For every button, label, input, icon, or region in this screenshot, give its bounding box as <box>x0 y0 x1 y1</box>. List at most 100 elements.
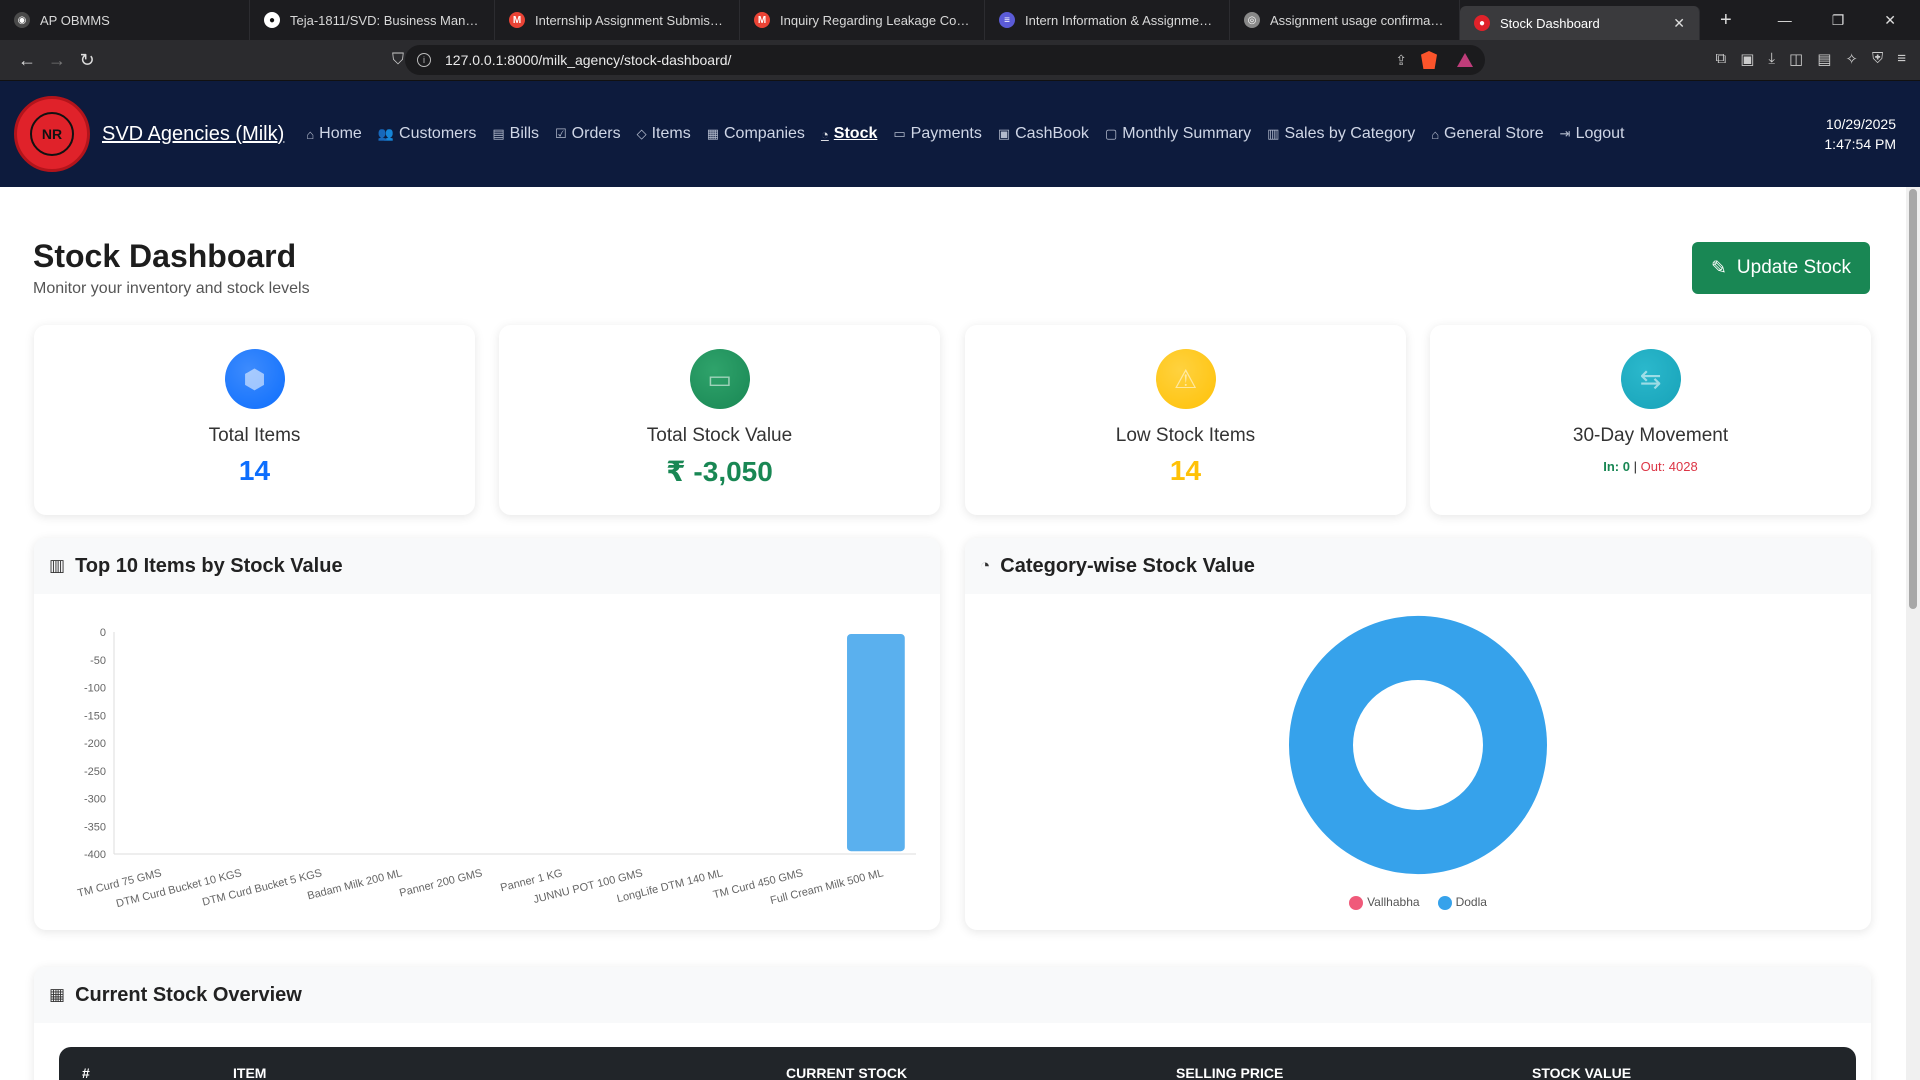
bookmark-icon[interactable]: ⛉ <box>392 51 404 69</box>
bar-chart-icon: ▥ <box>1267 126 1280 141</box>
people-icon: 👥 <box>377 126 395 141</box>
browser-tab[interactable]: ≡ Intern Information & Assignment Su <box>985 0 1230 40</box>
nav-link-label: CashBook <box>1015 125 1089 142</box>
update-stock-button[interactable]: ✎ Update Stock <box>1692 242 1870 294</box>
card-title: Category-wise Stock Value <box>1000 554 1255 577</box>
stat-value: 14 <box>1169 455 1202 486</box>
nav-link-label: Sales by Category <box>1284 125 1416 142</box>
legend-label: Vallhabha <box>1367 895 1420 909</box>
nav-link-bills[interactable]: ▤ Bills <box>492 125 539 143</box>
nav-link-home[interactable]: ⌂ Home <box>306 125 362 143</box>
movement-in: In: 0 <box>1603 459 1630 474</box>
nav-link-general-store[interactable]: ⌂ General Store <box>1431 125 1543 143</box>
tab-title: Intern Information & Assignment Su <box>1025 12 1215 28</box>
sidebar-icon[interactable]: ◫ <box>1789 50 1803 68</box>
page-title: Stock Dashboard <box>33 238 297 274</box>
stat-value: ₹ -3,050 <box>666 456 773 487</box>
brave-rewards-icon[interactable] <box>1457 53 1473 67</box>
home-icon: ⌂ <box>306 126 315 142</box>
card-title: Top 10 Items by Stock Value <box>75 554 343 577</box>
browser-tab[interactable]: ◉ AP OBMMS <box>0 0 250 40</box>
tab-title: Assignment usage confirmation <box>1270 12 1445 28</box>
nav-link-label: Customers <box>399 125 477 142</box>
stat-card-low-stock: ⚠ Low Stock Items 14 <box>965 325 1406 515</box>
address-bar[interactable]: i 127.0.0.1:8000/milk_agency/stock-dashb… <box>405 45 1485 75</box>
logout-icon: ⇥ <box>1559 126 1571 141</box>
receipt-icon: ▤ <box>492 126 505 141</box>
extensions-icon[interactable]: ⧉ <box>1715 50 1726 68</box>
pencil-square-icon: ✎ <box>1711 257 1727 279</box>
browser-tab[interactable]: ● Stock Dashboard ✕ <box>1460 6 1700 40</box>
col-item[interactable]: ITEM <box>233 1065 266 1080</box>
bar-chart: 0-50-100-150-200-250-300-350-400TM Curd … <box>76 627 916 910</box>
y-tick-label: -350 <box>84 821 106 833</box>
doughnut-slice-dodla[interactable] <box>1289 615 1547 875</box>
restore-icon[interactable]: ❐ <box>1832 12 1845 29</box>
wallet-icon[interactable]: ▤ <box>1817 50 1831 68</box>
cash-icon: ▣ <box>997 126 1011 141</box>
nav-link-orders[interactable]: ☑ Orders <box>555 125 621 143</box>
nav-link-cashbook[interactable]: ▣ CashBook <box>998 125 1089 143</box>
browser-tab[interactable]: ● Teja-1811/SVD: Business Manageme <box>250 0 495 40</box>
movement-separator: | <box>1633 459 1637 474</box>
col-current-stock[interactable]: CURRENT STOCK <box>786 1065 907 1080</box>
page-scrollbar[interactable] <box>1906 187 1920 1080</box>
nav-link-label: Payments <box>910 125 982 142</box>
share-icon[interactable]: ⇪ <box>1395 52 1407 69</box>
nav-link-companies[interactable]: ▦ Companies <box>707 125 805 143</box>
movement-out: Out: 4028 <box>1640 459 1698 474</box>
close-window-icon[interactable]: ✕ <box>1884 12 1896 29</box>
brave-shields-icon[interactable] <box>1421 51 1437 69</box>
calendar-icon: ▢ <box>1104 126 1118 141</box>
nav-link-payments[interactable]: ▭ Payments <box>893 125 981 143</box>
pie-chart-icon: ◔ <box>980 556 991 575</box>
tab-title: AP OBMMS <box>40 12 110 28</box>
card-header: ▥ Top 10 Items by Stock Value <box>34 538 940 594</box>
minimize-icon[interactable]: — <box>1778 12 1792 29</box>
legend-swatch <box>1349 895 1364 910</box>
forward-icon[interactable]: → <box>42 50 72 71</box>
nav-link-logout[interactable]: ⇥ Logout <box>1560 125 1625 143</box>
col-stock-value[interactable]: STOCK VALUE <box>1532 1065 1631 1080</box>
download-icon[interactable]: ⤓ <box>1768 50 1775 68</box>
building-icon: ▦ <box>706 126 719 141</box>
stat-label: 30-Day Movement <box>1572 425 1729 446</box>
menu-icon[interactable]: ≡ <box>1897 50 1906 68</box>
chart-legend: Vallhabha Dodla <box>965 895 1871 910</box>
new-tab-button[interactable]: + <box>1706 9 1746 32</box>
nav-link-sales-by-category[interactable]: ▥ Sales by Category <box>1267 125 1415 143</box>
cash-icon: ▭ <box>689 349 750 409</box>
clock-time: 1:47:54 PM <box>1824 136 1896 152</box>
browser-tab[interactable]: M Inquiry Regarding Leakage Commiss <box>740 0 985 40</box>
tab-favicon-icon: ● <box>1474 15 1490 31</box>
screenshot-icon[interactable]: ▣ <box>1740 50 1754 68</box>
tab-favicon-icon: ◉ <box>14 12 30 28</box>
vpn-icon[interactable]: ⛨ <box>1872 50 1883 68</box>
brand-link[interactable]: SVD Agencies (Milk) <box>102 123 284 146</box>
reload-icon[interactable]: ↻ <box>72 50 102 71</box>
agency-logo[interactable]: NR <box>14 96 90 172</box>
arrows-exchange-icon: ⇆ <box>1620 349 1681 409</box>
back-icon[interactable]: ← <box>12 50 42 71</box>
close-tab-icon[interactable]: ✕ <box>1673 15 1685 32</box>
browser-tab[interactable]: ◎ Assignment usage confirmation <box>1230 0 1460 40</box>
url-text[interactable]: 127.0.0.1:8000/milk_agency/stock-dashboa… <box>445 52 731 68</box>
tab-favicon-icon: M <box>754 12 770 28</box>
site-info-icon[interactable]: i <box>417 53 431 67</box>
clock: 10/29/2025 1:47:54 PM <box>1824 114 1906 154</box>
browser-tab[interactable]: M Internship Assignment Submission & <box>495 0 740 40</box>
legend-item-vallhabha[interactable]: Vallhabha <box>1349 895 1420 910</box>
tab-title: Stock Dashboard <box>1500 15 1600 31</box>
leo-ai-icon[interactable]: ✧ <box>1845 50 1858 68</box>
col-selling-price[interactable]: SELLING PRICE <box>1176 1065 1283 1080</box>
update-stock-label: Update Stock <box>1736 257 1851 278</box>
legend-item-dodla[interactable]: Dodla <box>1437 895 1487 910</box>
app-navbar: NR SVD Agencies (Milk) ⌂ Home 👥 Customers ▤ B… <box>0 81 1920 187</box>
nav-link-stock[interactable]: ◔ Stock <box>821 125 877 143</box>
x-tick-label: Panner 200 GMS <box>398 867 483 899</box>
scrollbar-thumb[interactable] <box>1909 189 1917 609</box>
card-title: Current Stock Overview <box>75 983 302 1006</box>
nav-link-monthly-summary[interactable]: ▢ Monthly Summary <box>1105 125 1251 143</box>
nav-link-items[interactable]: ◇ Items <box>637 125 691 143</box>
nav-link-customers[interactable]: 👥 Customers <box>378 125 477 143</box>
